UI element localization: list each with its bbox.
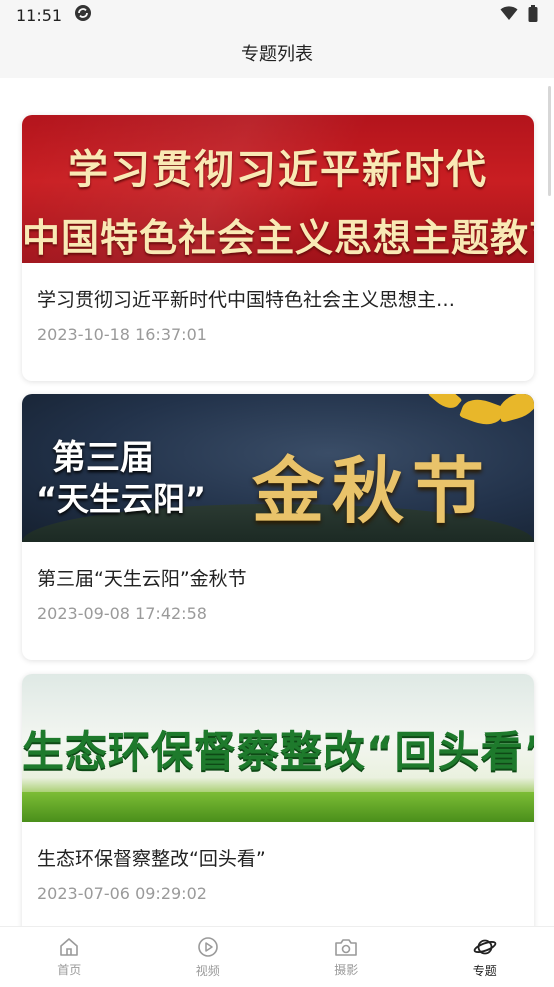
topic-card[interactable]: 第三届 “天生云阳” 金秋节 第三届“天生云阳”金秋节 2023-09-08 1… xyxy=(22,394,534,660)
page-title: 专题列表 xyxy=(0,30,554,76)
topic-list[interactable]: 学习贯彻习近平新时代 中国特色社会主义思想主题教育 学习贯彻习近平新时代中国特色… xyxy=(0,78,554,926)
tab-label: 视频 xyxy=(196,962,220,979)
banner-text: 生态环保督察整改“回头看” xyxy=(22,718,534,779)
planet-icon xyxy=(473,936,497,958)
banner-text: 金秋节 xyxy=(252,432,492,537)
topic-date: 2023-07-06 09:29:02 xyxy=(37,884,207,903)
tab-home[interactable]: 首页 xyxy=(0,927,139,987)
banner-text: 学习贯彻习近平新时代 xyxy=(22,137,534,195)
topic-card[interactable]: 学习贯彻习近平新时代 中国特色社会主义思想主题教育 学习贯彻习近平新时代中国特色… xyxy=(22,115,534,381)
wifi-icon xyxy=(500,5,518,25)
topic-banner-image: 第三届 “天生云阳” 金秋节 xyxy=(22,394,534,542)
banner-text: “天生云阳” xyxy=(36,474,206,520)
topic-title: 第三届“天生云阳”金秋节 xyxy=(37,564,519,591)
tab-label: 首页 xyxy=(57,961,81,978)
home-icon xyxy=(58,937,80,957)
topic-banner-image: 生态环保督察整改“回头看” xyxy=(22,674,534,822)
camera-icon xyxy=(334,937,358,957)
topic-title: 学习贯彻习近平新时代中国特色社会主义思想主… xyxy=(37,285,519,312)
topic-card[interactable]: 生态环保督察整改“回头看” 生态环保督察整改“回头看” 2023-07-06 0… xyxy=(22,674,534,926)
topic-date: 2023-09-08 17:42:58 xyxy=(37,604,207,623)
status-time: 11:51 xyxy=(16,6,62,25)
tab-label: 专题 xyxy=(473,962,497,979)
bottom-tab-bar: 首页 视频 摄影 专题 xyxy=(0,926,554,987)
battery-icon xyxy=(528,5,538,26)
tab-label: 摄影 xyxy=(334,961,358,978)
topic-date: 2023-10-18 16:37:01 xyxy=(37,325,207,344)
tab-topics[interactable]: 专题 xyxy=(416,927,554,987)
scrollbar[interactable] xyxy=(548,86,551,196)
topic-title: 生态环保督察整改“回头看” xyxy=(37,844,519,871)
sync-icon xyxy=(74,4,92,26)
status-bar: 11:51 xyxy=(0,0,554,30)
topic-banner-image: 学习贯彻习近平新时代 中国特色社会主义思想主题教育 xyxy=(22,115,534,263)
play-icon xyxy=(197,936,219,958)
tab-photography[interactable]: 摄影 xyxy=(277,927,416,987)
tab-video[interactable]: 视频 xyxy=(139,927,278,987)
banner-text: 第三届 xyxy=(52,430,154,479)
banner-text: 中国特色社会主义思想主题教育 xyxy=(22,207,534,262)
